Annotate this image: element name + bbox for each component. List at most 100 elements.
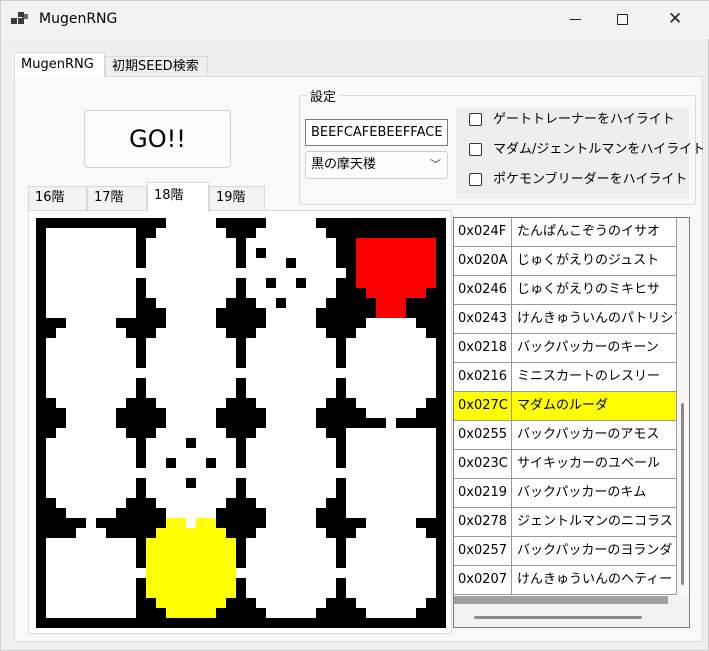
map-room-octagon bbox=[346, 518, 436, 618]
trainer-list-row[interactable]: 0x0278 ジェントルマンのニコラス bbox=[454, 508, 677, 537]
minimize-button[interactable] bbox=[553, 1, 599, 39]
minimize-icon bbox=[570, 19, 581, 20]
trainer-name-cell: バックパッカーのヨランダ bbox=[512, 537, 677, 566]
go-button[interactable]: GO!! bbox=[84, 110, 231, 168]
map-room-square bbox=[346, 428, 436, 518]
map-room-octagon-part bbox=[246, 338, 336, 398]
trainer-name-cell: ジェントルマンのニコラス bbox=[512, 508, 677, 537]
trainer-id-cell: 0x0207 bbox=[454, 566, 512, 595]
trainer-name-cell: バックパッカーのアモス bbox=[512, 421, 677, 450]
trainer-list-row[interactable]: 0x020A じゅくがえりのジュスト bbox=[454, 247, 677, 276]
map-room-yellow-highlight-part bbox=[146, 538, 236, 598]
horizontal-scroll-thumb[interactable] bbox=[474, 616, 642, 619]
map-obstacle-dot bbox=[206, 458, 216, 468]
map-corridor bbox=[286, 418, 296, 428]
horizontal-scrollbar[interactable] bbox=[454, 596, 689, 627]
map-corridor bbox=[286, 318, 296, 328]
tab-floor-16[interactable]: 16階 bbox=[28, 186, 87, 210]
trainer-list-row[interactable]: 0x024F たんぱんこぞうのイサオ bbox=[454, 218, 677, 247]
checkbox-box[interactable] bbox=[469, 143, 482, 156]
tab-mugenrng[interactable]: MugenRNG bbox=[14, 52, 105, 78]
map-room-octagon-part bbox=[346, 338, 436, 398]
horizontal-scroll-track bbox=[454, 596, 668, 604]
map-room-octagon-part bbox=[256, 328, 326, 338]
map-room-red-highlight bbox=[366, 288, 426, 298]
map-room-octagon-part bbox=[256, 228, 326, 238]
app-window-icon bbox=[11, 12, 29, 28]
trainer-name-cell: じゅくがえりのミキヒサ bbox=[512, 276, 677, 305]
map-room-octagon bbox=[246, 318, 336, 418]
trainer-name-cell: けんきゅういんのパトリシア bbox=[512, 305, 677, 334]
trainer-id-cell: 0x0219 bbox=[454, 479, 512, 508]
tab-initial-seed-search[interactable]: 初期SEED検索 bbox=[105, 56, 208, 76]
trainer-list-row[interactable]: 0x023C サイキッカーのユベール bbox=[454, 450, 677, 479]
trainer-list-row[interactable]: 0x0218 バックパッカーのキーン bbox=[454, 334, 677, 363]
map-room-yellow-highlight bbox=[146, 518, 236, 618]
close-button[interactable]: ✕ bbox=[652, 1, 698, 39]
vertical-scroll-thumb[interactable] bbox=[681, 403, 684, 585]
map-room-octagon-part bbox=[366, 408, 416, 418]
vertical-scrollbar[interactable] bbox=[677, 218, 689, 596]
map-room-octagon-part bbox=[56, 328, 126, 338]
map-room-octagon-part bbox=[146, 238, 236, 298]
map-room-octagon-part bbox=[256, 598, 326, 608]
map-corridor bbox=[386, 318, 396, 328]
map-room-octagon-part bbox=[256, 298, 326, 308]
trainer-id-cell: 0x020A bbox=[454, 247, 512, 276]
checkbox-box[interactable] bbox=[469, 113, 482, 126]
map-room-octagon bbox=[146, 218, 236, 318]
map-room-octagon bbox=[46, 318, 136, 418]
trainer-id-cell: 0x0216 bbox=[454, 363, 512, 392]
map-room-octagon-part bbox=[266, 508, 316, 518]
trainer-id-cell: 0x0255 bbox=[454, 421, 512, 450]
tab-floor-19[interactable]: 19階 bbox=[209, 186, 265, 210]
trainer-list[interactable]: 0x024F たんぱんこぞうのイサオ 0x020A じゅくがえりのジュスト 0x0246… bbox=[453, 217, 690, 628]
map-room-octagon-part bbox=[46, 338, 136, 398]
map-obstacle-dot bbox=[186, 438, 196, 448]
seed-input[interactable]: BEEFCAFEBEEFFACE bbox=[305, 119, 448, 146]
map-corridor bbox=[86, 418, 96, 428]
title-bar[interactable]: MugenRNG ✕ bbox=[1, 1, 709, 39]
trainer-list-row[interactable]: 0x027C マダムのルーダ bbox=[454, 392, 677, 421]
map-room-octagon-part bbox=[256, 398, 326, 408]
map-room-octagon-part bbox=[66, 508, 116, 518]
map-room-octagon bbox=[246, 218, 336, 318]
trainer-id-cell: 0x023C bbox=[454, 450, 512, 479]
trainer-list-row[interactable]: 0x0255 バックパッカーのアモス bbox=[454, 421, 677, 450]
trainer-list-row[interactable]: 0x0207 けんきゅういんのヘティー bbox=[454, 566, 677, 595]
trainer-id-cell: 0x027C bbox=[454, 392, 512, 421]
map-room-octagon-part bbox=[156, 328, 226, 338]
map-room-octagon bbox=[146, 418, 236, 518]
map-room-octagon-part bbox=[256, 528, 326, 538]
map-corridor bbox=[286, 518, 296, 528]
map-corridor bbox=[136, 468, 146, 478]
floor-select[interactable]: 黒の摩天楼 ﹀ bbox=[305, 151, 448, 179]
map-corridor bbox=[236, 568, 246, 578]
trainer-list-row[interactable]: 0x0257 バックパッカーのヨランダ bbox=[454, 537, 677, 566]
tab-floor-18[interactable]: 18階 bbox=[147, 182, 209, 212]
map-corridor bbox=[136, 368, 146, 378]
map-room-octagon-part bbox=[56, 498, 126, 508]
map-room-yellow-highlight-part bbox=[156, 528, 226, 538]
trainer-list-row[interactable]: 0x0246 じゅくがえりのミキヒサ bbox=[454, 276, 677, 305]
maximize-icon bbox=[617, 14, 628, 25]
trainer-name-cell: マダムのルーダ bbox=[512, 392, 677, 421]
map-obstacle-dot bbox=[296, 278, 306, 288]
trainer-list-row[interactable]: 0x0219 バックパッカーのキム bbox=[454, 479, 677, 508]
trainer-list-row[interactable]: 0x0216 ミニスカートのレスリー bbox=[454, 363, 677, 392]
map-obstacle-dot bbox=[286, 258, 296, 268]
map-room-octagon-part bbox=[156, 228, 226, 238]
checkbox-box[interactable] bbox=[469, 173, 482, 186]
map-corridor bbox=[336, 268, 346, 278]
tab-floor-17[interactable]: 17階 bbox=[87, 186, 147, 210]
trainer-list-row[interactable]: 0x0243 けんきゅういんのパトリシア bbox=[454, 305, 677, 334]
map-room-octagon-part bbox=[356, 398, 426, 408]
map-room-octagon-part bbox=[146, 338, 236, 398]
map-room-octagon-part bbox=[266, 218, 316, 228]
map-room-octagon-part bbox=[166, 308, 216, 318]
map-room-octagon-part bbox=[266, 408, 316, 418]
map-corridor bbox=[236, 468, 246, 478]
map-room-octagon-part bbox=[66, 408, 116, 418]
maximize-button[interactable] bbox=[599, 1, 645, 39]
trainer-name-cell: ミニスカートのレスリー bbox=[512, 363, 677, 392]
